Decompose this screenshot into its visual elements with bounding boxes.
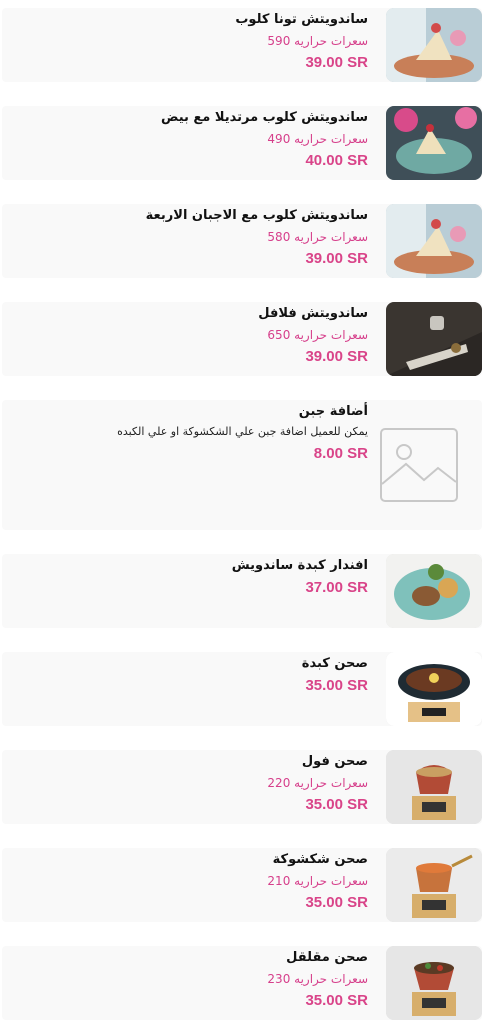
- item-name: ساندويتش تونا كلوب: [235, 12, 368, 27]
- item-photo: [386, 302, 482, 376]
- item-name: ساندويتش كلوب مع الاجبان الاربعة: [145, 208, 368, 223]
- item-price: 40.00 SR: [305, 152, 368, 169]
- menu-item-card[interactable]: أضافة جبن يمكن للعميل اضافة جبن علي الشك…: [2, 400, 482, 530]
- item-price: 37.00 SR: [305, 579, 368, 596]
- item-name: صحن فول: [301, 754, 368, 769]
- menu-item-card[interactable]: صحن مقلقل سعرات حراريه 230 35.00 SR: [2, 946, 482, 1020]
- item-calories: سعرات حراريه 580: [267, 230, 368, 244]
- menu-item-card[interactable]: ساندويتش كلوب مرتديلا مع بيض سعرات حراري…: [2, 106, 482, 180]
- image-placeholder-icon: [380, 428, 458, 502]
- item-price: 35.00 SR: [305, 677, 368, 694]
- item-price: 35.00 SR: [305, 992, 368, 1009]
- item-photo: [386, 554, 482, 628]
- item-price: 39.00 SR: [305, 250, 368, 267]
- item-photo: [386, 946, 482, 1020]
- item-name: أضافة جبن: [298, 404, 368, 419]
- item-photo: [386, 750, 482, 824]
- item-calories: سعرات حراريه 220: [267, 776, 368, 790]
- menu-item-card[interactable]: ساندويتش فلافل سعرات حراريه 650 39.00 SR: [2, 302, 482, 376]
- item-price: 35.00 SR: [305, 796, 368, 813]
- menu-item-card[interactable]: صحن كبدة 35.00 SR: [2, 652, 482, 726]
- menu-item-card[interactable]: ساندويتش كلوب مع الاجبان الاربعة سعرات ح…: [2, 204, 482, 278]
- item-calories: سعرات حراريه 650: [267, 328, 368, 342]
- item-calories: سعرات حراريه 590: [267, 34, 368, 48]
- item-photo: [386, 8, 482, 82]
- item-name: ساندويتش فلافل: [258, 306, 368, 321]
- item-photo: [386, 106, 482, 180]
- menu-item-card[interactable]: افندار كبدة ساندويش 37.00 SR: [2, 554, 482, 628]
- item-description: يمكن للعميل اضافة جبن علي الشكشوكة او عل…: [117, 425, 368, 438]
- item-calories: سعرات حراريه 210: [267, 874, 368, 888]
- item-calories: سعرات حراريه 230: [267, 972, 368, 986]
- menu-item-card[interactable]: ساندويتش تونا كلوب سعرات حراريه 590 39.0…: [2, 8, 482, 82]
- item-name: افندار كبدة ساندويش: [231, 558, 368, 573]
- item-name: صحن كبدة: [301, 656, 368, 671]
- item-price: 35.00 SR: [305, 894, 368, 911]
- item-name: صحن شكشوكة: [272, 852, 368, 867]
- item-calories: سعرات حراريه 490: [267, 132, 368, 146]
- menu-item-card[interactable]: صحن فول سعرات حراريه 220 35.00 SR: [2, 750, 482, 824]
- menu-item-card[interactable]: صحن شكشوكة سعرات حراريه 210 35.00 SR: [2, 848, 482, 922]
- item-photo: [386, 652, 482, 726]
- item-price: 8.00 SR: [313, 445, 368, 462]
- item-price: 39.00 SR: [305, 348, 368, 365]
- item-name: ساندويتش كلوب مرتديلا مع بيض: [160, 110, 368, 125]
- item-photo: [386, 204, 482, 278]
- item-name: صحن مقلقل: [286, 950, 368, 965]
- item-price: 39.00 SR: [305, 54, 368, 71]
- item-photo: [386, 848, 482, 922]
